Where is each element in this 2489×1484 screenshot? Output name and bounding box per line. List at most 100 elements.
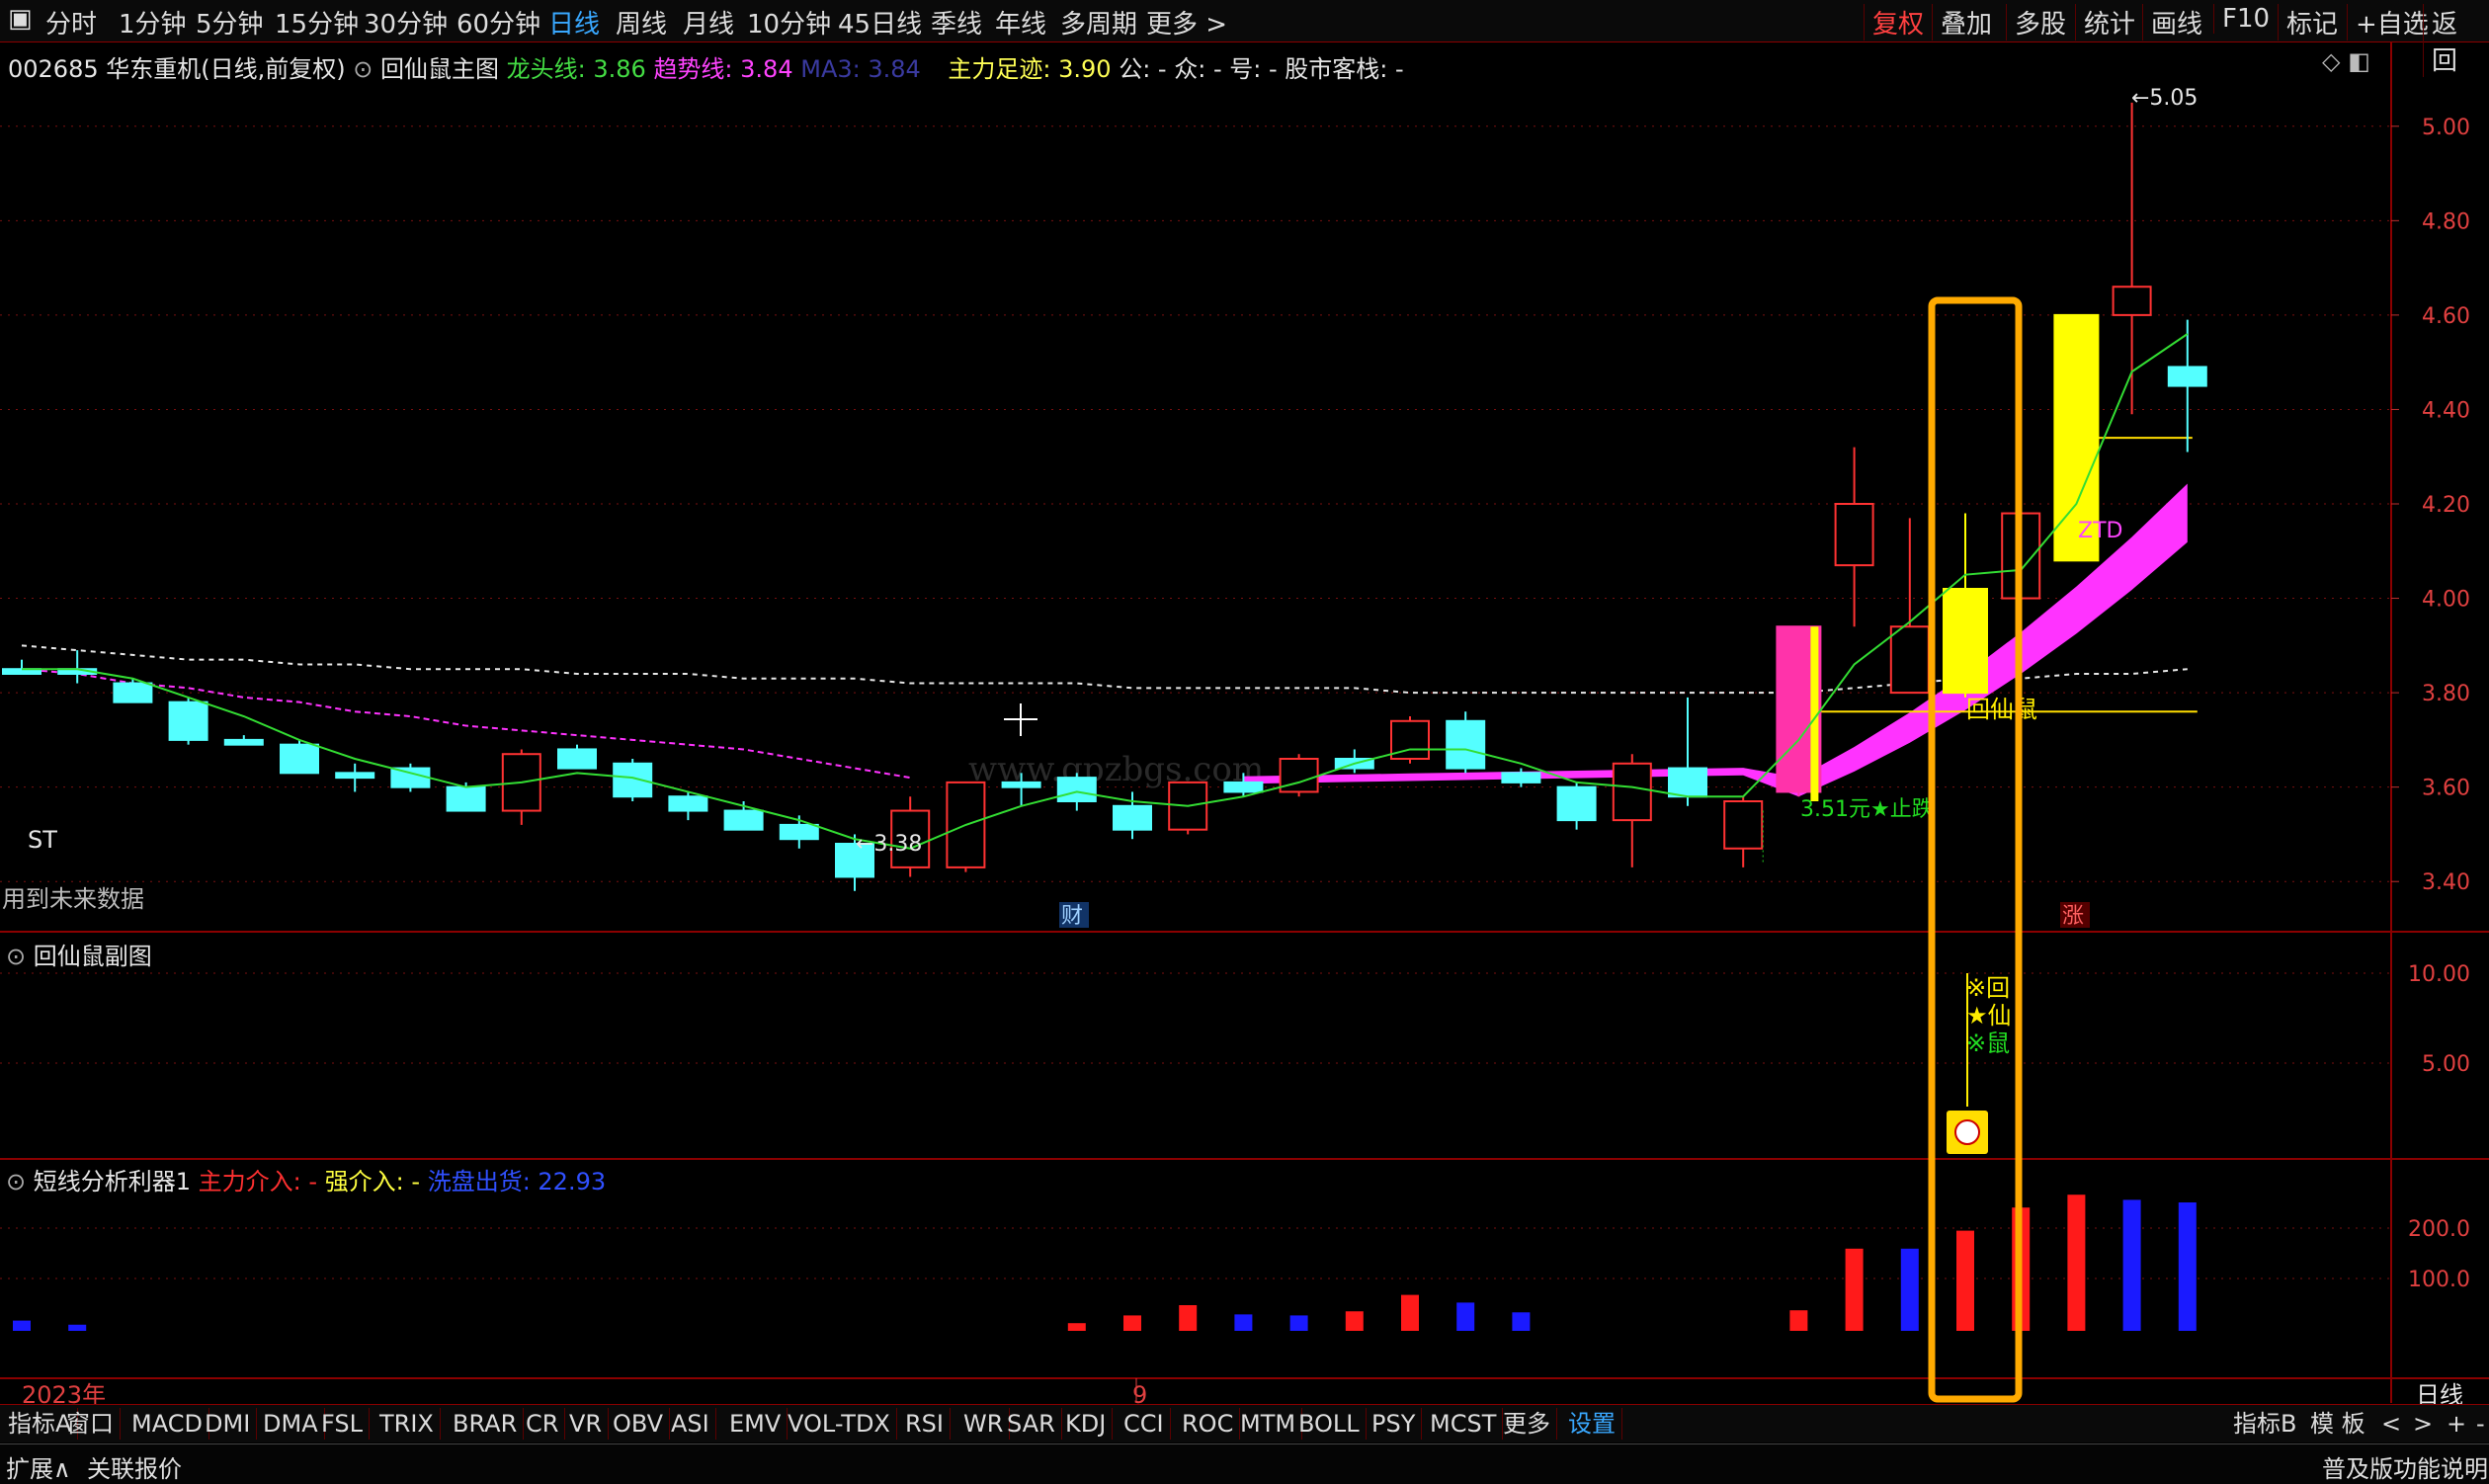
indicator-tab-2[interactable]: MACD	[125, 1408, 209, 1440]
indicator-tab-9[interactable]: VR	[563, 1408, 610, 1440]
indicator-tab-19[interactable]: ROC	[1176, 1408, 1241, 1440]
indicator-tab-13[interactable]: VOL-TDX	[782, 1408, 897, 1440]
toolbar-button-2[interactable]: 多股	[2006, 4, 2074, 41]
period-tab-10[interactable]: 45日线	[838, 4, 922, 41]
period-tab-12[interactable]: 年线	[995, 4, 1046, 41]
indicator-tab-7[interactable]: BRAR	[447, 1408, 525, 1440]
indicator-tab-22[interactable]: PSY	[1366, 1408, 1423, 1440]
panel-controls[interactable]: ◇ ◧	[2322, 47, 2370, 75]
candle-body-8	[446, 785, 486, 812]
gong-value: 公: -	[1119, 55, 1167, 83]
period-tab-13[interactable]: 多周期	[1060, 4, 1137, 41]
candle-28	[1556, 782, 1597, 830]
right-tab-5[interactable]: -	[2470, 1408, 2489, 1440]
indicator-tab-10[interactable]: OBV	[607, 1408, 671, 1440]
candle-35	[1943, 513, 1988, 698]
period-tab-4[interactable]: 30分钟	[364, 4, 448, 41]
candle-body-5	[280, 743, 319, 775]
indicator-tab-16[interactable]: SAR	[1001, 1408, 1062, 1440]
period-tab-8[interactable]: 月线	[683, 4, 734, 41]
right-tab-1[interactable]: 模 板	[2304, 1408, 2371, 1440]
related-quote-button[interactable]: 关联报价	[87, 1449, 182, 1484]
candle-10	[557, 744, 597, 770]
sub1-mark-1: ★仙	[1966, 1002, 2012, 1030]
period-tab-9[interactable]: 10分钟	[747, 4, 831, 41]
period-tab-2[interactable]: 5分钟	[196, 4, 264, 41]
indicator-tab-18[interactable]: CCI	[1118, 1408, 1171, 1440]
toolbar-button-1[interactable]: 叠加	[1932, 4, 2000, 41]
highlight-box	[1928, 296, 2023, 1403]
chart-area[interactable]: 5.00 4.80 4.60 4.40 4.20 4.00 3.80 3.60 3.40 10.0…	[0, 0, 2489, 1483]
indicator-tab-21[interactable]: BOLL	[1292, 1408, 1367, 1440]
volume-bar-10	[1512, 1312, 1531, 1331]
main-menu-icon[interactable]: ▣	[8, 4, 33, 34]
indicator-tab-1[interactable]: 窗口	[60, 1408, 121, 1440]
sub1-mark-0: ※回	[1966, 974, 2010, 1002]
candle-body-7	[390, 767, 431, 788]
candle-0	[2, 659, 41, 676]
volume-bar-2	[1067, 1323, 1086, 1331]
period-tab-3[interactable]: 15分钟	[275, 4, 359, 41]
right-tab-2[interactable]: <	[2375, 1408, 2407, 1440]
toolbar-button-4[interactable]: 画线	[2142, 4, 2210, 41]
stock-title[interactable]: 002685 华东重机(日线,前复权)	[8, 55, 346, 83]
indicator-tab-11[interactable]: ASI	[665, 1408, 716, 1440]
indicator-toggle-icon[interactable]: ⊙	[353, 55, 373, 83]
candle-4	[223, 735, 264, 746]
toolbar-button-5[interactable]: F10	[2213, 4, 2278, 34]
candle-34	[1889, 518, 1930, 695]
ztd-label: ZTD	[2078, 519, 2122, 543]
period-tab-1[interactable]: 1分钟	[119, 4, 187, 41]
sub2-indicator-name[interactable]: 短线分析利器1	[34, 1168, 191, 1195]
indicator-tab-3[interactable]: DMI	[199, 1408, 258, 1440]
indicator-tab-6[interactable]: TRIX	[373, 1408, 441, 1440]
indicator-tab-23[interactable]: MCST	[1424, 1408, 1504, 1440]
sub2-toggle-icon[interactable]: ⊙	[6, 1168, 26, 1195]
indicator-tab-12[interactable]: EMV	[723, 1408, 788, 1440]
status-bar: 扩展∧ 关联报价 普及版功能说明	[0, 1443, 2489, 1484]
candle-body-2	[113, 682, 153, 703]
toolbar-button-8[interactable]: 返回	[2423, 4, 2489, 77]
indicator-tab-17[interactable]: KDJ	[1059, 1408, 1114, 1440]
indicator-tab-25[interactable]: 设置	[1562, 1408, 1622, 1440]
sub1-header[interactable]: ⊙ 回仙鼠副图	[6, 937, 152, 971]
indicator-tab-5[interactable]: FSL	[315, 1408, 370, 1440]
period-tab-0[interactable]: 分时	[45, 4, 97, 41]
candle-body-22	[1223, 781, 1264, 793]
candle-23	[1279, 754, 1319, 797]
candle-body-29	[1612, 762, 1652, 822]
candle-29	[1612, 754, 1652, 867]
high-price-label: ←5.05	[2131, 86, 2198, 111]
price-tick-label: 5.00	[2422, 116, 2470, 140]
sub1-mark-2: ※鼠	[1966, 1030, 2010, 1057]
edition-info-link[interactable]: 普及版功能说明	[2322, 1449, 2488, 1484]
candle-body-31	[1723, 800, 1764, 850]
expand-button[interactable]: 扩展∧	[6, 1449, 71, 1484]
price-tick-label: 4.20	[2422, 493, 2470, 518]
price-tick-label: 4.00	[2422, 588, 2470, 613]
sub1-toggle-icon[interactable]: ⊙	[6, 943, 26, 970]
candle-body-39	[2167, 366, 2207, 387]
candle-body-12	[668, 795, 708, 812]
toolbar-button-6[interactable]: 标记	[2278, 4, 2346, 41]
right-tab-4[interactable]: +	[2441, 1408, 2472, 1440]
period-tab-6[interactable]: 日线	[548, 4, 600, 41]
price-tick-label: 4.60	[2422, 304, 2470, 329]
indicator-name[interactable]: 回仙鼠主图	[380, 55, 499, 83]
period-tab-14[interactable]: 更多 >	[1146, 4, 1227, 41]
indicator-tab-8[interactable]: CR	[520, 1408, 566, 1440]
toolbar-button-0[interactable]: 复权	[1864, 4, 1932, 41]
indicator-tab-14[interactable]: RSI	[899, 1408, 951, 1440]
period-tab-5[interactable]: 60分钟	[456, 4, 540, 41]
volume-bar-11	[1789, 1310, 1808, 1331]
toolbar-button-3[interactable]: 统计	[2075, 4, 2143, 41]
right-tab-3[interactable]: >	[2407, 1408, 2439, 1440]
indicator-tab-24[interactable]: 更多	[1497, 1408, 1557, 1440]
sub1-indicator-name[interactable]: 回仙鼠副图	[34, 943, 152, 970]
period-tab-11[interactable]: 季线	[931, 4, 982, 41]
sub2-header[interactable]: ⊙ 短线分析利器1 主力介入: - 强介入: - 洗盘出货: 22.93	[6, 1162, 606, 1196]
period-tab-7[interactable]: 周线	[616, 4, 667, 41]
volume-bar-16	[2067, 1195, 2086, 1331]
right-tab-0[interactable]: 指标B	[2227, 1408, 2302, 1440]
volume-bar-9	[1456, 1302, 1475, 1331]
